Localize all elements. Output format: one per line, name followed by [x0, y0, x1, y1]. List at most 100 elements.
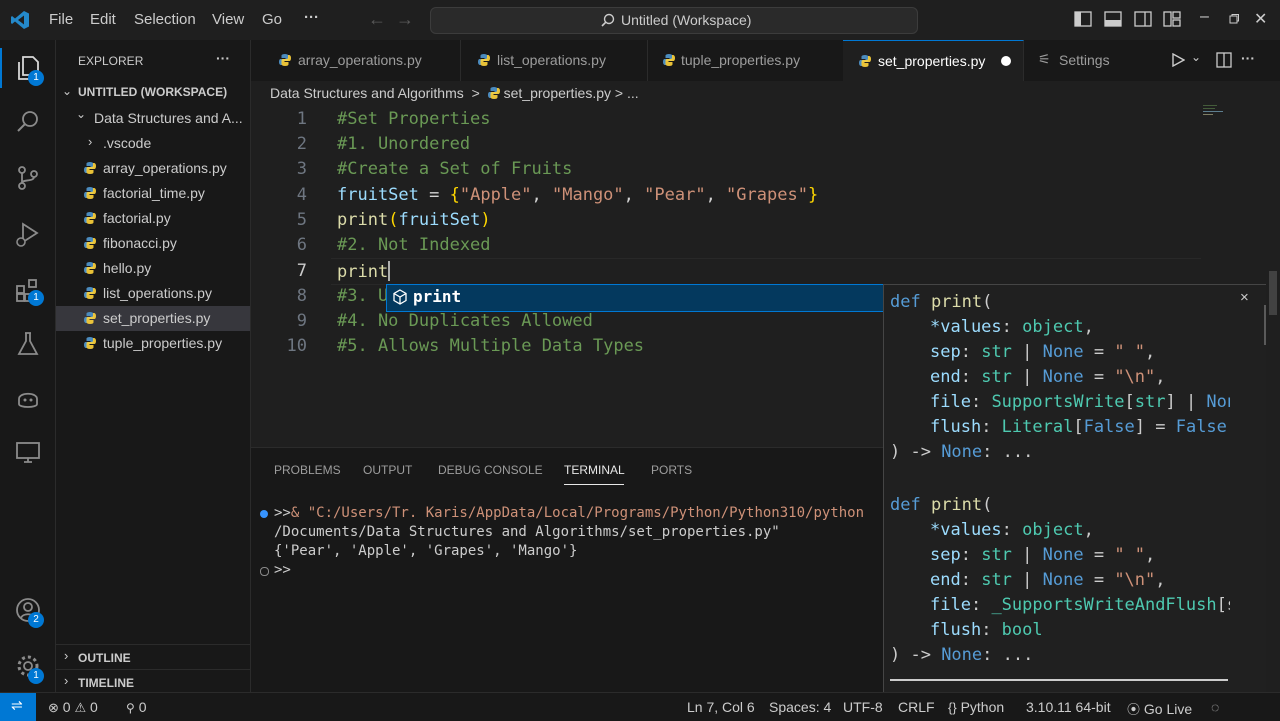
terminal-prompt[interactable]: >> — [274, 562, 291, 578]
suggestion-widget[interactable]: print — [386, 284, 885, 312]
sidebar-item-label: array_operations.py — [103, 160, 227, 176]
sidebar-item-vscode[interactable]: › .vscode — [56, 131, 250, 156]
toggle-panel-icon[interactable] — [1104, 11, 1122, 27]
hover-vertical-scrollbar[interactable] — [1264, 305, 1266, 345]
folder-row[interactable]: ⌄ Data Structures and A... — [56, 106, 250, 131]
hover-line: flush: Literal[False] = False — [930, 417, 1227, 437]
editor-more-icon[interactable]: ··· — [1241, 50, 1255, 66]
copilot-icon[interactable] — [14, 384, 42, 412]
close-window-icon[interactable]: ✕ — [1254, 9, 1267, 29]
sidebar-item-list-operations[interactable]: list_operations.py — [56, 281, 250, 306]
menu-go[interactable]: Go — [262, 11, 282, 28]
workspace-label: UNTITLED (WORKSPACE) — [78, 85, 228, 99]
breadcrumb-tail[interactable]: > ... — [615, 85, 639, 101]
indentation[interactable]: Spaces: 4 — [769, 699, 831, 715]
hover-scrollbar[interactable] — [890, 679, 1228, 681]
source-control-icon[interactable] — [14, 164, 42, 192]
line-number: 6 — [296, 235, 307, 255]
ports-indicator[interactable]: ⚲ 0 — [126, 699, 146, 715]
editor-tabs: array_operations.py list_operations.py t… — [251, 40, 1280, 82]
signature-hover-widget: × def print( *values: object, sep: str |… — [883, 284, 1266, 693]
token-comma: , — [623, 185, 645, 205]
sidebar-item-set-properties[interactable]: set_properties.py — [56, 306, 250, 331]
status-bar: ⇌ ⊗ 0 ⚠ 0 ⚲ 0 Ln 7, Col 6 Spaces: 4 UTF-… — [0, 692, 1280, 721]
explorer-more-icon[interactable]: ··· — [216, 50, 230, 66]
panel-tab-output[interactable]: OUTPUT — [363, 463, 412, 477]
panel-tab-problems[interactable]: PROBLEMS — [274, 463, 341, 477]
hover-line: def print( — [890, 495, 993, 515]
split-editor-icon[interactable] — [1216, 52, 1232, 68]
remote-explorer-icon[interactable] — [14, 438, 42, 466]
customize-layout-icon[interactable] — [1163, 11, 1181, 27]
tab-tuple-properties[interactable]: tuple_properties.py — [647, 40, 844, 81]
nav-back-icon[interactable]: ← — [368, 9, 386, 30]
chevron-right-icon: › — [64, 673, 69, 688]
suggestion-item[interactable]: print — [413, 287, 461, 306]
end-of-line[interactable]: CRLF — [898, 699, 935, 715]
close-icon[interactable]: × — [1240, 289, 1249, 306]
sidebar-item-array-operations[interactable]: array_operations.py — [56, 156, 250, 181]
title-bar: File Edit Selection View Go ··· ← → Unti… — [0, 0, 1280, 41]
breadcrumb-folder[interactable]: Data Structures and Algorithms — [270, 85, 464, 101]
menu-file[interactable]: File — [49, 11, 73, 28]
chevron-down-icon: ⌄ — [76, 107, 87, 121]
toggle-secondary-sidebar-icon[interactable] — [1134, 11, 1152, 27]
hover-line: ) -> None: ... — [890, 645, 1034, 665]
remote-indicator[interactable]: ⇌ — [0, 693, 36, 721]
sidebar-item-tuple-properties[interactable]: tuple_properties.py — [56, 331, 250, 356]
token-brace: } — [807, 185, 819, 205]
remote-icon: ⇌ — [11, 697, 23, 713]
hover-line: *values: object, — [930, 317, 1094, 337]
active-indicator — [0, 48, 2, 88]
tab-array-operations[interactable]: array_operations.py — [251, 40, 461, 81]
line-number: 9 — [296, 311, 307, 331]
menu-edit[interactable]: Edit — [90, 11, 116, 28]
menu-view[interactable]: View — [212, 11, 244, 28]
tab-settings[interactable]: ⚟ Settings — [1023, 40, 1153, 81]
current-line-highlight — [331, 258, 1201, 285]
language-mode[interactable]: {} Python — [948, 699, 1004, 715]
line-number: 10 — [286, 336, 307, 356]
sidebar-item-factorial-time[interactable]: factorial_time.py — [56, 181, 250, 206]
cursor-position[interactable]: Ln 7, Col 6 — [687, 699, 755, 715]
problems-indicator[interactable]: ⊗ 0 ⚠ 0 — [48, 699, 98, 716]
go-live-button[interactable]: ⦿ Go Live — [1127, 699, 1192, 718]
python-file-icon — [84, 187, 96, 199]
panel-tab-debug-console[interactable]: DEBUG CONSOLE — [438, 463, 543, 477]
run-debug-icon[interactable] — [14, 220, 42, 248]
panel-tab-ports[interactable]: PORTS — [651, 463, 692, 477]
unsaved-dot-icon[interactable] — [1001, 56, 1011, 66]
editor-scrollbar[interactable] — [1269, 271, 1277, 315]
sidebar-item-hello[interactable]: hello.py — [56, 256, 250, 281]
menu-more[interactable]: ··· — [304, 9, 319, 26]
ports-count: 0 — [138, 699, 147, 715]
chevron-down-icon: ⌄ — [62, 84, 73, 98]
python-file-icon — [84, 212, 96, 224]
tab-set-properties[interactable]: set_properties.py — [843, 40, 1024, 82]
run-file-icon[interactable] — [1171, 53, 1185, 67]
workspace-header[interactable]: ⌄ UNTITLED (WORKSPACE) — [56, 81, 250, 106]
encoding[interactable]: UTF-8 — [843, 699, 883, 715]
tab-list-operations[interactable]: list_operations.py — [460, 40, 648, 81]
chevron-down-icon[interactable]: ⌄ — [1191, 50, 1201, 64]
command-center[interactable]: Untitled (Workspace) — [430, 7, 918, 34]
minimap[interactable] — [1203, 105, 1233, 119]
nav-forward-icon[interactable]: → — [396, 9, 414, 30]
timeline-label: TIMELINE — [78, 676, 134, 690]
language-label: Python — [960, 699, 1005, 715]
sidebar-item-factorial[interactable]: factorial.py — [56, 206, 250, 231]
breadcrumb-file[interactable]: set_properties.py — [504, 85, 611, 101]
testing-icon[interactable] — [14, 330, 42, 358]
terminal-output: {'Pear', 'Apple', 'Grapes', 'Mango'} — [274, 543, 578, 559]
search-view-icon[interactable] — [14, 108, 42, 136]
python-interpreter[interactable]: 3.10.11 64-bit — [1026, 699, 1111, 715]
sidebar-item-fibonacci[interactable]: fibonacci.py — [56, 231, 250, 256]
menu-selection[interactable]: Selection — [134, 11, 196, 28]
toggle-primary-sidebar-icon[interactable] — [1074, 11, 1092, 27]
minimize-icon[interactable]: – — [1200, 8, 1209, 26]
code-line-9: #4. No Duplicates Allowed — [337, 311, 593, 331]
outline-section[interactable]: › OUTLINE — [56, 644, 250, 670]
python-file-icon — [478, 54, 490, 66]
panel-tab-terminal[interactable]: TERMINAL — [564, 463, 625, 477]
restore-icon[interactable] — [1229, 14, 1239, 24]
